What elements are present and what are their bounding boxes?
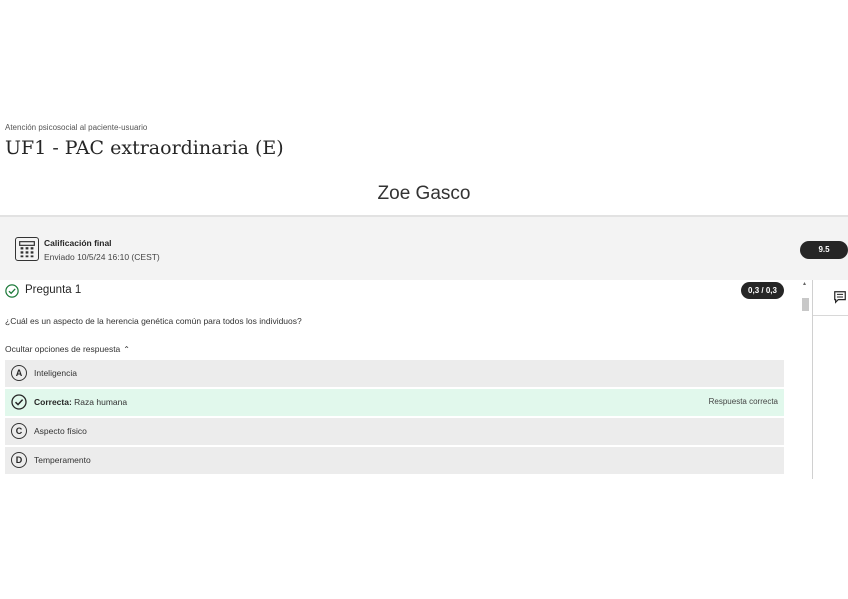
correct-prefix: Correcta: [34,397,72,407]
breadcrumb[interactable]: Atención psicosocial al paciente-usuario [5,123,147,132]
correct-feedback: Respuesta correcta [708,397,778,406]
scrollbar[interactable]: ▴ [801,280,811,479]
page-title: UF1 - PAC extraordinaria (E) [5,137,284,159]
final-grade-badge: 9.5 [800,241,848,259]
question-panel: Pregunta 1 0,3 / 0,3 ¿Cuál es un aspecto… [0,280,800,479]
option-letter-a: A [11,365,27,381]
option-text: Correcta: Raza humana [34,397,127,407]
chevron-up-icon: ⌃ [123,345,130,354]
submission-date: Enviado 10/5/24 16:10 (CEST) [44,252,160,262]
toggle-label: Ocultar opciones de respuesta [5,344,121,354]
check-circle-icon [5,284,19,298]
scroll-thumb[interactable] [802,298,809,311]
option-text: Aspecto físico [34,426,87,436]
answer-option-c: C Aspecto físico [5,418,784,445]
option-letter-c: C [11,423,27,439]
scroll-up-arrow-icon[interactable]: ▴ [803,280,806,287]
question-text: ¿Cuál es un aspecto de la herencia genét… [5,316,302,326]
question-title: Pregunta 1 [25,284,82,296]
check-circle-icon [11,394,27,410]
question-score-badge: 0,3 / 0,3 [741,282,784,299]
final-grade-label: Calificación final [44,238,112,248]
side-panel [813,280,848,316]
answer-option-b: Correcta: Raza humana Respuesta correcta [5,389,784,416]
comment-icon[interactable] [833,290,847,304]
answer-option-d: D Temperamento [5,447,784,474]
option-answer: Raza humana [74,397,128,407]
option-text: Temperamento [34,455,91,465]
answer-option-a: A Inteligencia [5,360,784,387]
option-text: Inteligencia [34,368,78,378]
toggle-answer-options[interactable]: Ocultar opciones de respuesta ⌃ [5,344,130,354]
student-name: Zoe Gasco [377,183,471,204]
final-grade-bar: Calificación final Enviado 10/5/24 16:10… [0,215,848,280]
calculator-icon [15,237,39,261]
option-letter-d: D [11,452,27,468]
